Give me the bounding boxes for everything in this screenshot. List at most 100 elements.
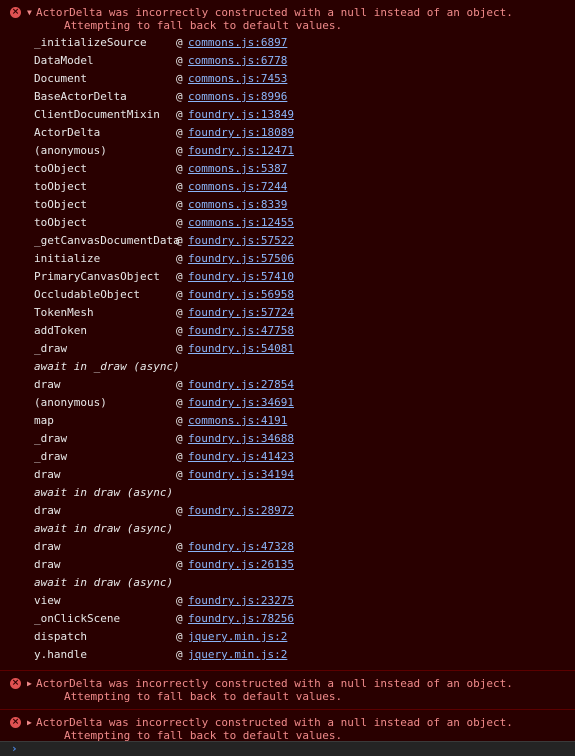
source-link[interactable]: foundry.js:57522 xyxy=(188,234,294,247)
stack-frame: _initializeSource @ commons.js:6897 xyxy=(34,34,575,52)
stack-frame: y.handle @ jquery.min.js:2 xyxy=(34,646,575,664)
stack-frame: draw @ foundry.js:27854 xyxy=(34,376,575,394)
at-symbol: @ xyxy=(176,54,183,67)
stack-function-name: OccludableObject xyxy=(34,288,140,301)
stack-function-name: draw xyxy=(34,540,61,553)
async-separator: await in draw (async) xyxy=(34,520,575,538)
source-link[interactable]: foundry.js:57410 xyxy=(188,270,294,283)
stack-frame: view @ foundry.js:23275 xyxy=(34,592,575,610)
stack-frame: _draw @ foundry.js:54081 xyxy=(34,340,575,358)
source-link[interactable]: commons.js:5387 xyxy=(188,162,287,175)
at-symbol: @ xyxy=(176,198,183,211)
source-link[interactable]: commons.js:6897 xyxy=(188,36,287,49)
source-link[interactable]: commons.js:4191 xyxy=(188,414,287,427)
console-error-entry[interactable]: × ▶ ActorDelta was incorrectly constructed… xyxy=(0,671,575,710)
source-link[interactable]: jquery.min.js:2 xyxy=(188,630,287,643)
stack-frame: toObject @ commons.js:12455 xyxy=(34,214,575,232)
source-link[interactable]: jquery.min.js:2 xyxy=(188,648,287,661)
source-link[interactable]: commons.js:8339 xyxy=(188,198,287,211)
at-symbol: @ xyxy=(176,630,183,643)
stack-function-name: addToken xyxy=(34,324,87,337)
at-symbol: @ xyxy=(176,108,183,121)
stack-function-name: toObject xyxy=(34,162,87,175)
source-link[interactable]: commons.js:7244 xyxy=(188,180,287,193)
error-circle-icon: × xyxy=(10,678,21,689)
source-link[interactable]: foundry.js:56958 xyxy=(188,288,294,301)
at-symbol: @ xyxy=(176,504,183,517)
expand-triangle-icon[interactable]: ▶ xyxy=(27,716,32,729)
error-message[interactable]: × ▼ ActorDelta was incorrectly constructed… xyxy=(0,0,575,32)
at-symbol: @ xyxy=(176,216,183,229)
source-link[interactable]: foundry.js:12471 xyxy=(188,144,294,157)
console-error-entry[interactable]: × ▼ ActorDelta was incorrectly constructed… xyxy=(0,0,575,671)
error-message-line: Attempting to fall back to default value… xyxy=(64,19,343,32)
collapse-triangle-icon[interactable]: ▼ xyxy=(27,6,32,19)
source-link[interactable]: foundry.js:41423 xyxy=(188,450,294,463)
stack-frame: _getCanvasDocumentData@ foundry.js:57522 xyxy=(34,232,575,250)
at-symbol: @ xyxy=(176,342,183,355)
source-link[interactable]: foundry.js:34688 xyxy=(188,432,294,445)
source-link[interactable]: foundry.js:27854 xyxy=(188,378,294,391)
stack-function-name: ClientDocumentMixin xyxy=(34,108,160,121)
stack-function-name: _initializeSource xyxy=(34,36,147,49)
source-link[interactable]: commons.js:12455 xyxy=(188,216,294,229)
error-message-line: ActorDelta was incorrectly constructed w… xyxy=(36,677,513,690)
source-link[interactable]: commons.js:8996 xyxy=(188,90,287,103)
async-label: await in draw (async) xyxy=(34,522,174,535)
at-symbol: @ xyxy=(176,288,183,301)
stack-function-name: PrimaryCanvasObject xyxy=(34,270,160,283)
error-message-line: ActorDelta was incorrectly constructed w… xyxy=(36,716,513,729)
at-symbol: @ xyxy=(176,162,183,175)
at-symbol: @ xyxy=(176,180,183,193)
at-symbol: @ xyxy=(176,594,183,607)
at-symbol: @ xyxy=(176,378,183,391)
at-symbol: @ xyxy=(176,612,183,625)
error-circle-icon: × xyxy=(10,717,21,728)
expand-triangle-icon[interactable]: ▶ xyxy=(27,677,32,690)
stack-function-name: toObject xyxy=(34,180,87,193)
source-link[interactable]: foundry.js:23275 xyxy=(188,594,294,607)
error-circle-icon: × xyxy=(10,7,21,18)
at-symbol: @ xyxy=(176,36,183,49)
source-link[interactable]: foundry.js:47328 xyxy=(188,540,294,553)
source-link[interactable]: foundry.js:57724 xyxy=(188,306,294,319)
source-link[interactable]: foundry.js:54081 xyxy=(188,342,294,355)
stack-function-name: toObject xyxy=(34,216,87,229)
stack-function-name: BaseActorDelta xyxy=(34,90,127,103)
at-symbol: @ xyxy=(176,324,183,337)
stack-frame: draw @ foundry.js:26135 xyxy=(34,556,575,574)
source-link[interactable]: foundry.js:34691 xyxy=(188,396,294,409)
console-prompt[interactable]: › xyxy=(0,741,575,756)
source-link[interactable]: commons.js:7453 xyxy=(188,72,287,85)
source-link[interactable]: foundry.js:34194 xyxy=(188,468,294,481)
source-link[interactable]: foundry.js:47758 xyxy=(188,324,294,337)
source-link[interactable]: foundry.js:57506 xyxy=(188,252,294,265)
stack-frame: toObject @ commons.js:8339 xyxy=(34,196,575,214)
error-message[interactable]: × ▶ ActorDelta was incorrectly constructed… xyxy=(0,671,575,709)
stack-function-name: draw xyxy=(34,378,61,391)
async-label: await in draw (async) xyxy=(34,576,174,589)
source-link[interactable]: foundry.js:13849 xyxy=(188,108,294,121)
stack-function-name: (anonymous) xyxy=(34,144,107,157)
stack-frame: PrimaryCanvasObject @ foundry.js:57410 xyxy=(34,268,575,286)
stack-frame: map @ commons.js:4191 xyxy=(34,412,575,430)
stack-frame: ClientDocumentMixin @ foundry.js:13849 xyxy=(34,106,575,124)
source-link[interactable]: foundry.js:78256 xyxy=(188,612,294,625)
source-link[interactable]: foundry.js:26135 xyxy=(188,558,294,571)
stack-function-name: TokenMesh xyxy=(34,306,94,319)
stack-frame: _draw @ foundry.js:41423 xyxy=(34,448,575,466)
stack-frame: OccludableObject @ foundry.js:56958 xyxy=(34,286,575,304)
source-link[interactable]: foundry.js:18089 xyxy=(188,126,294,139)
stack-trace: _initializeSource @ commons.js:6897 DataMod… xyxy=(0,32,575,670)
error-message-line: Attempting to fall back to default value… xyxy=(64,690,343,703)
stack-frame: _draw @ foundry.js:34688 xyxy=(34,430,575,448)
stack-function-name: Document xyxy=(34,72,87,85)
error-message-line: ActorDelta was incorrectly constructed w… xyxy=(36,6,513,19)
stack-frame: draw @ foundry.js:47328 xyxy=(34,538,575,556)
source-link[interactable]: commons.js:6778 xyxy=(188,54,287,67)
stack-function-name: dispatch xyxy=(34,630,87,643)
stack-frame: TokenMesh @ foundry.js:57724 xyxy=(34,304,575,322)
source-link[interactable]: foundry.js:28972 xyxy=(188,504,294,517)
at-symbol: @ xyxy=(176,252,183,265)
at-symbol: @ xyxy=(176,72,183,85)
